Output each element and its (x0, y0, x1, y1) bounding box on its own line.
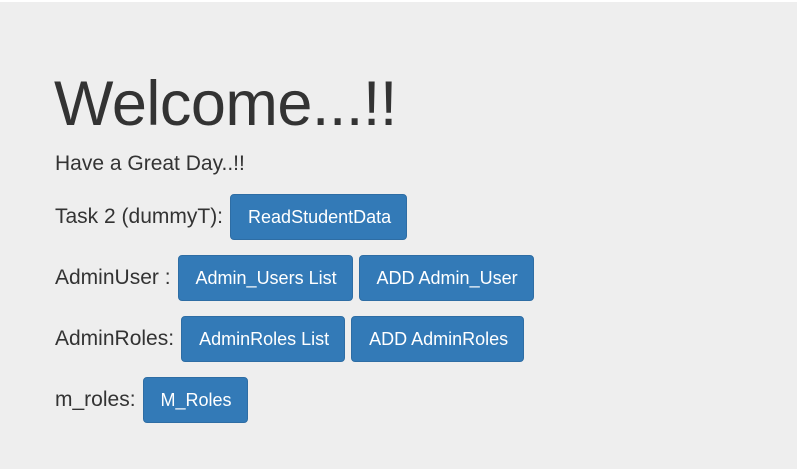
page-title: Welcome...!! (54, 69, 397, 139)
admin-users-list-button[interactable]: Admin_Users List (177, 255, 353, 301)
admin-roles-list-button[interactable]: AdminRoles List (181, 316, 346, 362)
task2-row: Task 2 (dummyT): ReadStudentData (55, 194, 413, 240)
m-roles-label: m_roles: (55, 388, 136, 411)
admin-user-label: AdminUser : (55, 266, 171, 289)
add-admin-roles-button[interactable]: ADD AdminRoles (351, 316, 525, 362)
page-subtitle: Have a Great Day..!! (55, 152, 245, 175)
read-student-data-button[interactable]: ReadStudentData (230, 194, 408, 240)
m-roles-row: m_roles: M_Roles (55, 377, 254, 423)
task2-label: Task 2 (dummyT): (55, 205, 224, 228)
admin-user-row: AdminUser : Admin_Users List ADD Admin_U… (55, 255, 540, 301)
admin-roles-label: AdminRoles: (55, 327, 175, 350)
m-roles-button[interactable]: M_Roles (142, 377, 248, 423)
add-admin-user-button[interactable]: ADD Admin_User (358, 255, 534, 301)
page-body: Welcome...!! Have a Great Day..!! Task 2… (0, 2, 797, 469)
admin-roles-row: AdminRoles: AdminRoles List ADD AdminRol… (55, 316, 530, 362)
